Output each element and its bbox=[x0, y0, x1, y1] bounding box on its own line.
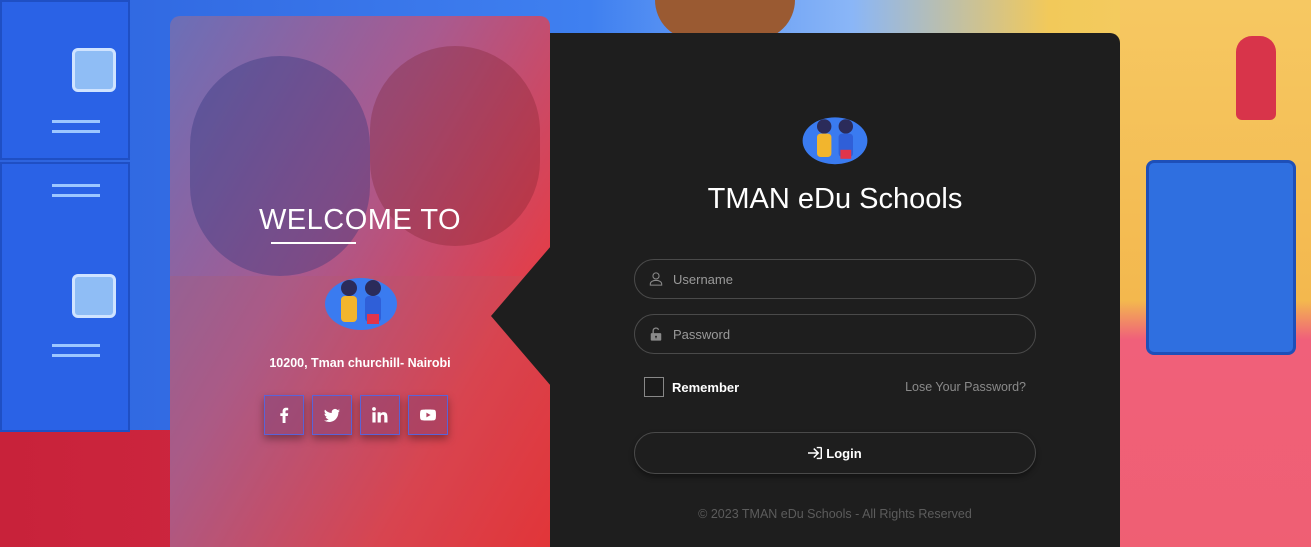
locker-tag bbox=[72, 274, 116, 318]
username-field bbox=[634, 259, 1036, 299]
trash-bin bbox=[1146, 160, 1296, 355]
welcome-underline bbox=[271, 242, 356, 244]
youtube-icon bbox=[420, 409, 436, 421]
linkedin-button[interactable] bbox=[360, 395, 400, 435]
locker-tag bbox=[72, 48, 116, 92]
copyright-footer: © 2023 TMAN eDu Schools - All Rights Res… bbox=[698, 507, 972, 521]
locker-vent bbox=[52, 354, 100, 357]
fire-extinguisher bbox=[1236, 36, 1276, 120]
background-locker bbox=[0, 0, 130, 160]
background-locker bbox=[0, 162, 130, 432]
unlock-icon bbox=[650, 327, 662, 341]
remember-label[interactable]: Remember bbox=[672, 380, 739, 395]
locker-vent bbox=[52, 120, 100, 123]
school-logo bbox=[802, 117, 868, 165]
facebook-icon bbox=[280, 407, 289, 423]
school-name: TMAN eDu Schools bbox=[707, 183, 963, 215]
welcome-heading: WELCOME TO bbox=[258, 204, 462, 236]
facebook-button[interactable] bbox=[264, 395, 304, 435]
username-input[interactable] bbox=[673, 271, 1013, 287]
locker-vent bbox=[52, 344, 100, 347]
twitter-icon bbox=[324, 408, 340, 422]
user-icon bbox=[649, 272, 663, 286]
twitter-button[interactable] bbox=[312, 395, 352, 435]
locker-vent bbox=[52, 184, 100, 187]
login-label: Login bbox=[826, 445, 862, 461]
sign-in-icon bbox=[808, 446, 823, 460]
linkedin-icon bbox=[372, 407, 388, 423]
social-links bbox=[264, 395, 448, 435]
panel-notch bbox=[491, 246, 551, 386]
school-logo bbox=[325, 278, 397, 330]
locker-vent bbox=[52, 130, 100, 133]
login-button[interactable]: Login bbox=[634, 432, 1036, 474]
locker-vent bbox=[52, 194, 100, 197]
remember-checkbox[interactable] bbox=[644, 377, 664, 397]
youtube-button[interactable] bbox=[408, 395, 448, 435]
remember-row: Remember bbox=[644, 377, 739, 397]
login-panel: TMAN eDu Schools Remember Lose Your Pass… bbox=[550, 33, 1120, 547]
password-input[interactable] bbox=[673, 326, 1013, 342]
password-field bbox=[634, 314, 1036, 354]
lose-password-link[interactable]: Lose Your Password? bbox=[905, 380, 1026, 394]
